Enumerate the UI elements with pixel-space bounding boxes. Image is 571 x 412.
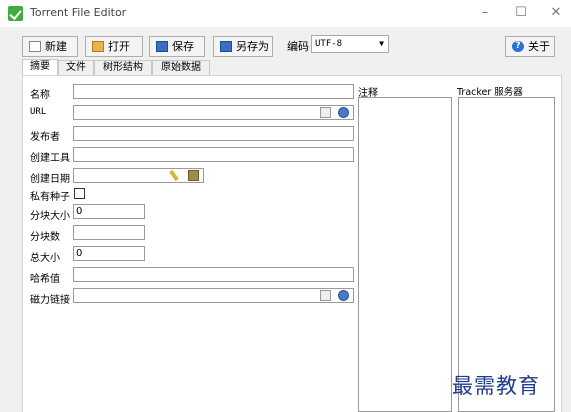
name-label: 名称	[30, 90, 50, 101]
private-checkbox[interactable]	[74, 188, 85, 199]
encoding-value: UTF-8	[315, 39, 343, 49]
folder-icon	[92, 41, 104, 52]
maximize-button[interactable]: ☐	[506, 3, 536, 23]
piece-count-field[interactable]	[73, 225, 145, 240]
comment-textarea[interactable]	[358, 97, 452, 412]
new-file-icon	[29, 41, 41, 52]
hash-field[interactable]	[73, 267, 354, 282]
publisher-label: 发布者	[30, 132, 60, 143]
save-button-label: 保存	[172, 40, 194, 53]
toolbar: 新建 打开 保存 另存为 ? 关于	[0, 27, 571, 60]
tab-tree[interactable]: 树形结构	[94, 60, 152, 75]
total-size-field[interactable]: 0	[73, 246, 145, 261]
created-by-field[interactable]	[73, 147, 354, 162]
trackers-textarea[interactable]	[458, 97, 555, 412]
open-button[interactable]: 打开	[85, 36, 143, 57]
name-field[interactable]	[73, 84, 354, 99]
created-date-field[interactable]	[73, 168, 204, 183]
watermark-text: 最需教育	[452, 374, 540, 398]
new-button-label: 新建	[45, 40, 67, 53]
title-bar: Torrent File Editor – ☐ ✕	[0, 0, 571, 27]
copy-icon[interactable]	[320, 107, 331, 118]
magnet-field[interactable]	[73, 288, 354, 303]
about-button-label: 关于	[528, 40, 550, 53]
trackers-heading: Tracker 服务器	[457, 87, 523, 98]
window-title: Torrent File Editor	[30, 6, 127, 19]
encoding-select[interactable]: UTF-8 ▼	[311, 35, 389, 53]
app-logo-icon	[8, 6, 23, 21]
url-label: URL	[30, 107, 47, 117]
save-icon	[156, 41, 168, 52]
dropdown-arrow-icon: ▼	[379, 39, 384, 48]
help-icon: ?	[512, 41, 524, 52]
piece-size-field[interactable]: 0	[73, 204, 145, 219]
calendar-icon[interactable]	[188, 170, 199, 181]
new-button[interactable]: 新建	[22, 36, 78, 57]
about-button[interactable]: ? 关于	[505, 36, 555, 57]
tab-raw-data[interactable]: 原始数据	[152, 60, 210, 75]
created-date-label: 创建日期	[30, 174, 70, 185]
created-by-label: 创建工具	[30, 153, 70, 164]
globe-icon[interactable]	[338, 107, 349, 118]
magnet-label: 磁力链接	[30, 295, 70, 306]
hash-label: 哈希值	[30, 274, 60, 285]
save-as-button[interactable]: 另存为	[213, 36, 273, 57]
minimize-button[interactable]: –	[470, 3, 500, 23]
open-magnet-globe-icon[interactable]	[338, 290, 349, 301]
encoding-label: 编码	[287, 40, 309, 53]
piece-count-label: 分块数	[30, 232, 60, 243]
publisher-field[interactable]	[73, 126, 354, 141]
save-as-icon	[220, 41, 232, 52]
tab-summary[interactable]: 摘要	[22, 59, 58, 75]
piece-size-label: 分块大小	[30, 211, 70, 222]
url-field[interactable]	[73, 105, 354, 120]
close-button[interactable]: ✕	[541, 3, 571, 23]
private-label: 私有种子	[30, 192, 70, 203]
clear-brush-icon[interactable]	[169, 169, 179, 182]
tab-files[interactable]: 文件	[58, 60, 94, 75]
total-size-label: 总大小	[30, 253, 60, 264]
save-as-button-label: 另存为	[236, 40, 269, 53]
copy-magnet-icon[interactable]	[320, 290, 331, 301]
open-button-label: 打开	[108, 40, 130, 53]
save-button[interactable]: 保存	[149, 36, 205, 57]
